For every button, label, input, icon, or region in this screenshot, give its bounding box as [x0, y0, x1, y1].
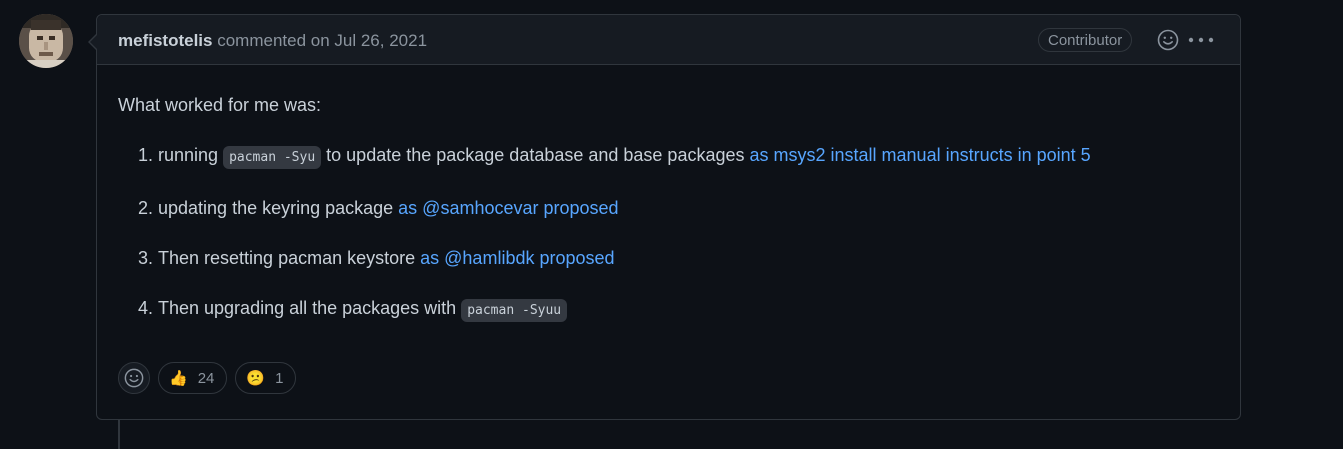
- list-item: Then resetting pacman keystore as @hamli…: [158, 246, 1219, 270]
- reaction-count: 1: [275, 369, 284, 387]
- reaction-thumbs-up[interactable]: 👍 24: [158, 362, 228, 394]
- contributor-badge: Contributor: [1038, 28, 1133, 52]
- smiley-icon: [124, 368, 144, 388]
- kebab-horizontal-icon: [1188, 37, 1214, 43]
- list-item: updating the keyring package as @samhoce…: [158, 196, 1219, 220]
- inline-code: pacman -Syuu: [461, 299, 568, 322]
- steps-list: running pacman -Syu to update the packag…: [118, 143, 1219, 323]
- add-reaction-button[interactable]: [118, 362, 150, 394]
- add-reaction-button[interactable]: [1157, 29, 1179, 51]
- samhocevar-link[interactable]: as @samhocevar proposed: [398, 198, 618, 218]
- comment-header: mefistotelis commented on Jul 26, 2021 C…: [97, 15, 1240, 65]
- comment-action-text[interactable]: commented on Jul 26, 2021: [217, 31, 427, 50]
- msys2-manual-link[interactable]: as msys2 install manual instructs in poi…: [750, 145, 1091, 165]
- hamlibdk-link[interactable]: as @hamlibdk proposed: [420, 248, 614, 268]
- thumbs-up-icon: 👍: [169, 369, 188, 387]
- list-item: Then upgrading all the packages with pac…: [158, 296, 1219, 323]
- reaction-count: 24: [197, 369, 215, 387]
- comment-body: What worked for me was: running pacman -…: [97, 65, 1240, 323]
- list-item: running pacman -Syu to update the packag…: [158, 143, 1219, 170]
- confused-face-icon: 😕: [246, 369, 266, 387]
- avatar-image: [19, 14, 73, 68]
- comment-intro: What worked for me was:: [118, 95, 322, 115]
- more-options-button[interactable]: [1187, 29, 1215, 51]
- reactions-bar: 👍 24 😕 1: [118, 362, 297, 394]
- reaction-confused[interactable]: 😕 1: [235, 362, 297, 394]
- author-link[interactable]: mefistotelis: [118, 31, 212, 50]
- timeline-line: [118, 419, 120, 449]
- smiley-icon: [1157, 29, 1179, 51]
- inline-code: pacman -Syu: [223, 146, 322, 169]
- comment-meta: mefistotelis commented on Jul 26, 2021: [118, 31, 427, 51]
- comment-box: mefistotelis commented on Jul 26, 2021 C…: [88, 14, 1241, 420]
- avatar[interactable]: [19, 14, 73, 68]
